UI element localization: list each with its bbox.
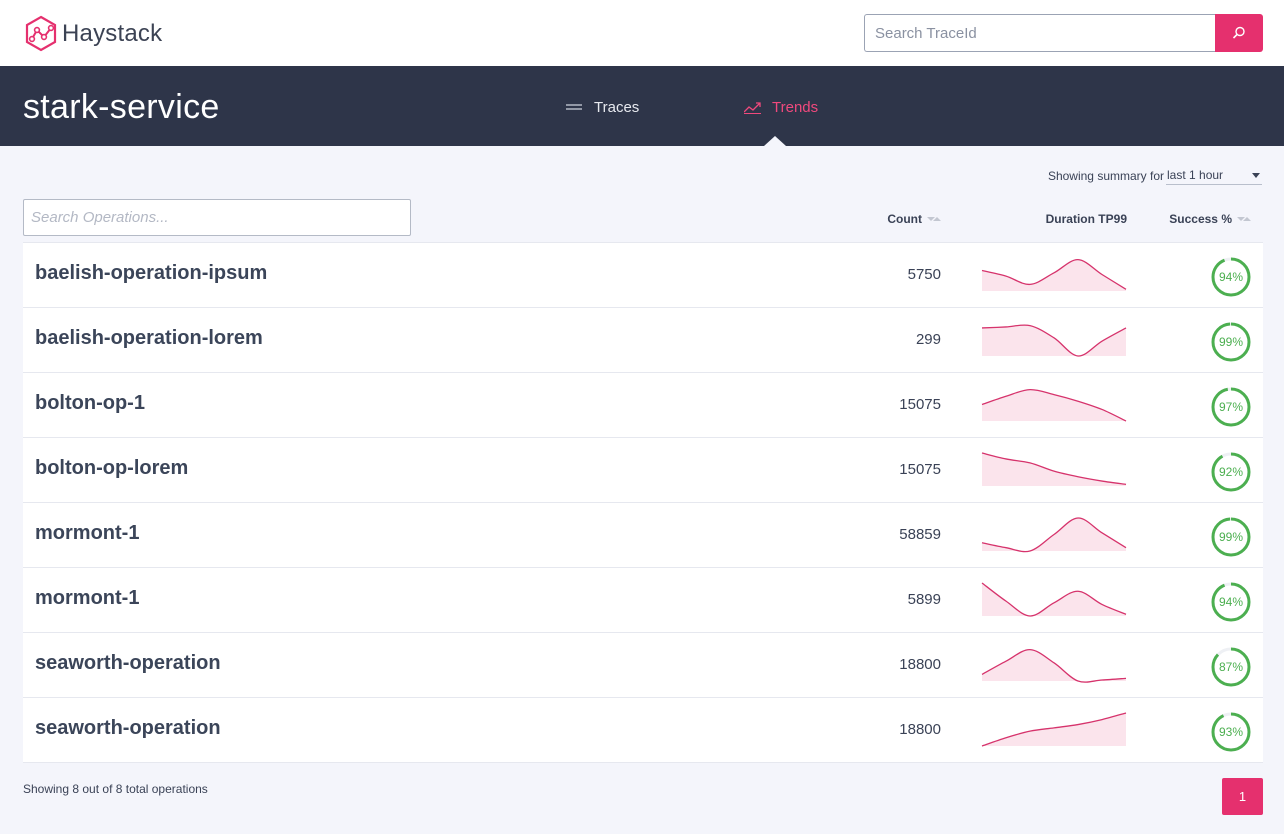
operations-search-input[interactable] [23, 199, 411, 236]
duration-sparkline [981, 517, 1127, 553]
operation-name[interactable]: mormont-1 [35, 587, 139, 610]
success-ring: 94% [1211, 582, 1251, 622]
column-label: Success % [1169, 212, 1232, 226]
success-label: 94% [1219, 270, 1243, 284]
operation-count: 18800 [899, 656, 941, 673]
tab-label: Trends [772, 99, 819, 116]
search-button[interactable] [1215, 14, 1263, 52]
results-summary: Showing 8 out of 8 total operations [23, 782, 208, 796]
duration-sparkline [981, 582, 1127, 617]
trace-id-search-input[interactable] [864, 14, 1216, 52]
table-row[interactable]: mormont-1 5899 94% [23, 568, 1263, 633]
service-title: stark-service [23, 88, 220, 126]
time-range-value: last 1 hour [1167, 168, 1224, 182]
active-tab-indicator [764, 136, 786, 146]
success-ring: 99% [1211, 322, 1251, 362]
operation-count: 15075 [899, 461, 941, 478]
table-row[interactable]: baelish-operation-lorem 299 99% [23, 308, 1263, 373]
success-label: 97% [1219, 400, 1243, 414]
sparkline-area [982, 325, 1126, 357]
column-label: Duration TP99 [1045, 212, 1127, 226]
success-ring: 99% [1211, 517, 1251, 557]
top-bar: Haystack [0, 0, 1284, 66]
success-label: 99% [1219, 530, 1243, 544]
success-ring: 87% [1211, 647, 1251, 687]
sort-icon [1237, 214, 1251, 224]
success-label: 94% [1219, 595, 1243, 609]
success-label: 87% [1219, 660, 1243, 674]
table-row[interactable]: baelish-operation-ipsum 5750 94% [23, 243, 1263, 308]
table-row[interactable]: bolton-op-lorem 15075 92% [23, 438, 1263, 503]
operation-count: 58859 [899, 526, 941, 543]
success-ring: 97% [1211, 387, 1251, 427]
operation-count: 299 [915, 331, 941, 348]
sort-icon [927, 214, 941, 224]
tab-traces[interactable]: Traces [566, 99, 639, 116]
success-ring: 92% [1211, 452, 1251, 492]
logo[interactable]: Haystack [24, 15, 162, 53]
time-range-select[interactable]: last 1 hour [1166, 167, 1262, 185]
summary-prefix: Showing summary for [1047, 169, 1164, 183]
success-ring: 94% [1211, 257, 1251, 297]
operation-name[interactable]: bolton-op-1 [35, 392, 145, 415]
column-label: Count [887, 212, 922, 226]
operation-count: 5750 [907, 266, 941, 283]
table-row[interactable]: seaworth-operation 18800 87% [23, 633, 1263, 698]
chevron-down-icon [1252, 173, 1260, 178]
table-row[interactable]: bolton-op-1 15075 97% [23, 373, 1263, 438]
success-label: 99% [1219, 335, 1243, 349]
trend-line-icon [744, 101, 761, 114]
table-row[interactable]: seaworth-operation 18800 93% [23, 698, 1263, 763]
operation-name[interactable]: mormont-1 [35, 522, 139, 545]
operation-name[interactable]: baelish-operation-lorem [35, 327, 263, 350]
haystack-logo-icon [25, 15, 57, 52]
operation-count: 5899 [907, 591, 941, 608]
success-ring: 93% [1211, 712, 1251, 752]
operation-name[interactable]: baelish-operation-ipsum [35, 262, 267, 285]
operation-name[interactable]: seaworth-operation [35, 652, 221, 675]
operation-count: 18800 [899, 721, 941, 738]
operation-count: 15075 [899, 396, 941, 413]
operations-table: baelish-operation-ipsum 5750 94% baelish… [23, 242, 1263, 763]
duration-sparkline [981, 324, 1127, 357]
list-lines-icon [566, 103, 582, 110]
duration-sparkline [981, 258, 1127, 291]
operation-name[interactable]: bolton-op-lorem [35, 457, 188, 480]
column-header-duration[interactable]: Duration TP99 [1046, 212, 1127, 226]
success-label: 93% [1219, 725, 1243, 739]
duration-sparkline [981, 452, 1127, 486]
duration-sparkline [981, 388, 1127, 422]
column-header-count[interactable]: Count [887, 212, 941, 226]
tab-label: Traces [594, 99, 640, 116]
sparkline-area [982, 713, 1126, 746]
search-icon [1232, 26, 1245, 39]
table-row[interactable]: mormont-1 58859 99% [23, 503, 1263, 568]
summary-range: Showing summary for last 1 hour [1048, 167, 1262, 185]
tab-trends[interactable]: Trends [744, 99, 818, 116]
duration-sparkline [981, 712, 1127, 747]
sparkline-area [982, 649, 1126, 683]
pagination-page-button[interactable]: 1 [1222, 778, 1263, 815]
column-header-success[interactable]: Success % [1169, 212, 1251, 226]
app-name: Haystack [62, 20, 163, 47]
duration-sparkline [981, 648, 1127, 683]
operation-name[interactable]: seaworth-operation [35, 717, 221, 740]
success-label: 92% [1219, 465, 1243, 479]
